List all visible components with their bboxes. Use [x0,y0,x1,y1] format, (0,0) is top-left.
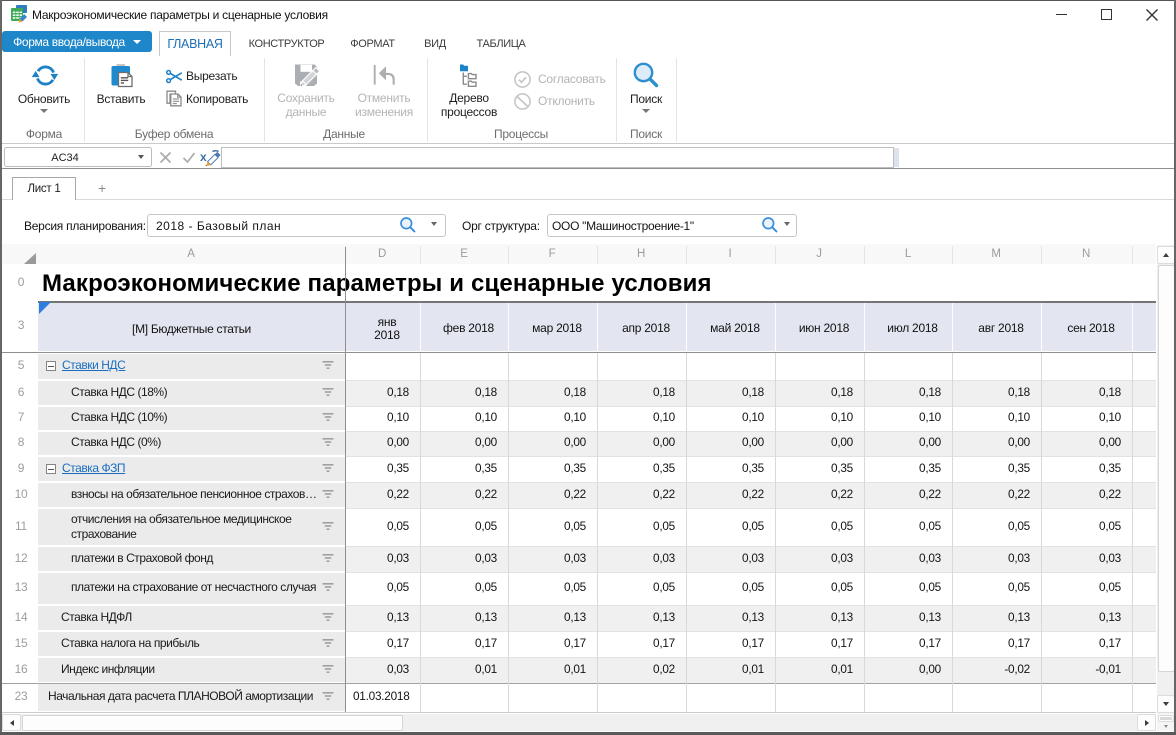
svg-text:x: x [200,150,207,164]
